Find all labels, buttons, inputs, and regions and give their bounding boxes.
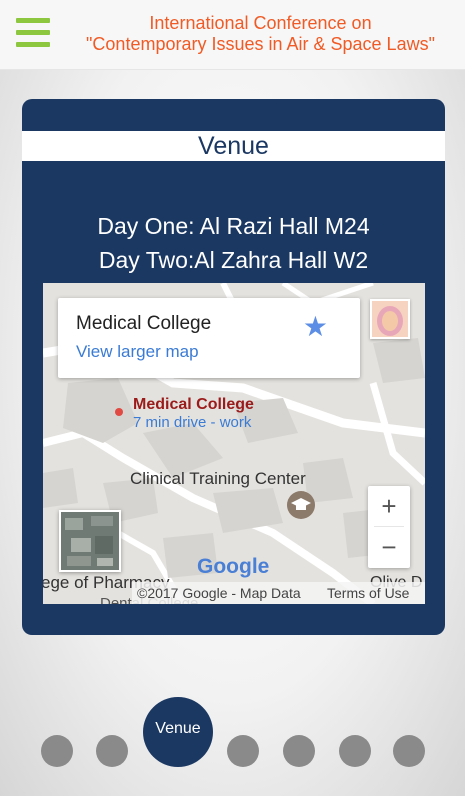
zoom-in-button[interactable]: + [368, 486, 410, 526]
star-icon[interactable]: ★ [303, 312, 328, 342]
google-logo: Google [197, 555, 269, 579]
app-header: International Conference on "Contemporar… [0, 0, 465, 70]
page-dot[interactable] [283, 735, 315, 767]
page-dot[interactable] [339, 735, 371, 767]
conference-title-line1: International Conference on [149, 13, 372, 33]
graduation-cap-icon [287, 491, 315, 519]
conference-title-line2: "Contemporary Issues in Air & Space Laws… [86, 34, 435, 54]
day-one-venue: Day One: Al Razi Hall M24 [97, 213, 370, 239]
map-copyright: ©2017 Google - Map Data [137, 585, 301, 601]
map-footer: ©2017 Google - Map Data Terms of Use [132, 582, 425, 604]
map-place-name: Medical College [133, 396, 254, 413]
conference-title: International Conference on "Contemporar… [56, 13, 465, 55]
venue-heading: Venue [22, 131, 445, 161]
google-logo-text: Google [197, 555, 270, 578]
day-two-venue: Day Two:Al Zahra Hall W2 [98, 247, 369, 273]
map-info-title: Medical College [76, 313, 212, 334]
user-avatar[interactable] [370, 299, 410, 339]
terms-of-use-link[interactable]: Terms of Use [327, 585, 409, 601]
map-place-drive-time: 7 min drive - work [133, 414, 252, 431]
satellite-view-toggle[interactable] [59, 510, 121, 572]
page-dot[interactable] [41, 735, 73, 767]
map-marker-icon[interactable] [115, 408, 123, 416]
hamburger-menu-icon[interactable] [16, 18, 50, 48]
map-label-clinical-training-center: Clinical Training Center [130, 469, 306, 488]
map-info-box: Medical College View larger map ★ [58, 298, 360, 378]
page-dot[interactable] [393, 735, 425, 767]
page-dot[interactable] [96, 735, 128, 767]
zoom-out-button[interactable]: − [368, 527, 410, 567]
venue-card: Venue Day One: Al Razi Hall M24 Day Two:… [22, 99, 445, 635]
satellite-thumbnail-icon [61, 512, 119, 570]
google-map-embed[interactable]: Medical College View larger map ★ Medica… [43, 283, 425, 604]
page-dot-active-venue[interactable]: Venue [143, 697, 213, 767]
map-zoom-control: + − [368, 486, 410, 568]
view-larger-map-link[interactable]: View larger map [76, 342, 199, 362]
page-dot[interactable] [227, 735, 259, 767]
avatar-face-icon [372, 301, 408, 337]
